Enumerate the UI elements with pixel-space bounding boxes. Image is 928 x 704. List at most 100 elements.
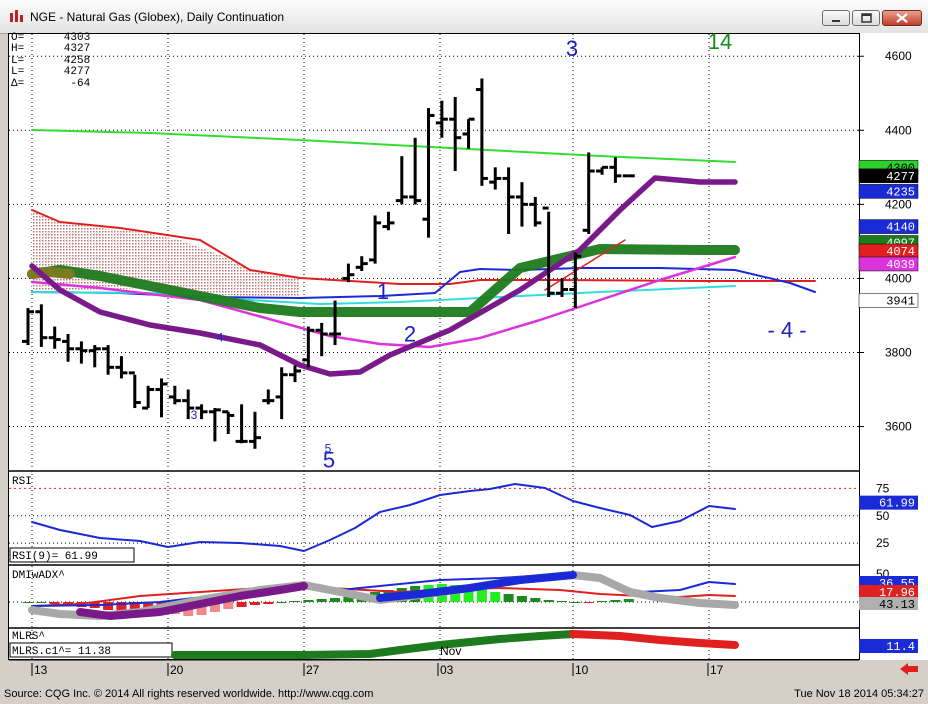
date-label: 27 [306,663,320,677]
dmi-histogram-bar [583,602,594,603]
dmi-histogram-bar [103,602,114,610]
ohlc-bar [489,167,502,190]
date-label: 20 [170,663,184,677]
dmi-histogram-bar [610,600,621,602]
ohlc-bar [355,256,368,272]
scroll-right-arrow-icon[interactable] [898,661,920,677]
ohlc-bar [435,100,448,138]
ohlc-bar [275,367,288,420]
rsi-value-text: 61.99 [879,497,915,511]
mlrs-red-line [569,630,739,649]
ohlc-bar [596,165,609,175]
wave-count-label: 5 [323,447,335,472]
ohlc-bar [529,196,542,227]
ohlc-bar [342,263,355,283]
ohlc-bar [222,410,235,434]
price-marker-text: 4039 [886,258,915,272]
ohlc-bar [248,411,261,449]
rsi-tick-label: 25 [876,536,890,550]
rsi-line [31,483,736,552]
price-tick-label: 3800 [885,345,912,359]
rsi-tick-label: 75 [876,481,890,495]
price-tick-label: 4600 [885,49,912,63]
price-marker: 4235 [858,184,919,199]
ohlc-bar [142,385,155,410]
ohlc-bar [115,356,128,379]
ohlc-bar [128,371,141,409]
ohlc-value: 4277 [24,66,91,79]
timestamp: Tue Nov 18 2014 05:34:27 [794,688,924,700]
mlrs-value-text: 11.4 [886,640,915,654]
rsi-tick-label: 50 [876,509,890,523]
ohlc-bar [315,322,328,357]
price-marker-text: 4277 [886,170,915,184]
ohlc-bar [369,215,382,264]
dmi-histogram-bar [303,600,314,602]
ohlc-bar [62,333,75,362]
chart-canvas: 3600380040004200440046003 14124355- 4 -43… [9,29,919,677]
ohlc-bar [88,345,101,368]
mlrs-readout: MLRS.c1^= 11.38 [12,646,111,658]
price-tick-label: 4400 [885,123,912,137]
dmi-histogram-bar [476,589,487,602]
date-label: 17 [710,663,724,677]
dmi-histogram-bar [557,601,567,602]
ohlc-readout: O= 4303 H= 4327 L= 4258 L= 4277 Δ= -64 [11,32,91,90]
date-label: 13 [34,663,48,677]
dmi-histogram-bar [570,602,581,603]
date-label: 03 [440,663,454,677]
ohlc-bar [102,345,115,375]
ohlc-bar [262,389,275,405]
ohlc-bar [462,117,475,149]
wave-count-label: 1 [377,279,389,304]
dmi-histogram-bar [263,602,274,604]
ohlc-bar [48,326,61,349]
ohlc-bar [289,365,301,383]
dmi-histogram-bar [316,599,327,602]
wave-count-label: 3 [191,408,198,422]
ohlc-bar [382,211,395,231]
dmi-histogram-bar [236,602,247,607]
price-tick-label: 3600 [885,420,912,434]
source-text: Source: CQG Inc. © 2014 All rights reser… [4,688,374,700]
dmi-histogram-bar [623,599,634,602]
wave-count-label: 2 [404,321,416,346]
price-marker: 4039 [858,256,919,272]
rsi-readout: RSI(9)= 61.99 [12,551,98,563]
ohlc-bar [208,408,221,442]
dmi-histogram-bar [597,601,608,602]
wave-count-label: 4 [217,330,224,344]
date-label: Nov [440,644,461,658]
ohlc-key: Δ= [11,77,25,90]
price-marker: 4277 [858,168,919,184]
ohlc-bar [195,404,208,420]
green-moving-average-line [31,129,736,163]
wave-count-label: 3 [566,36,578,61]
dmi-histogram-bar [543,600,554,602]
dmi-histogram-bar [276,602,287,603]
chart-window: NGE - Natural Gas (Globex), Daily Contin… [0,0,928,704]
ohlc-bar [395,156,408,205]
mlrs-panel-title: MLRS^ [12,631,45,643]
ohlc-value: -64 [24,77,91,90]
ohlc-bar [155,378,168,418]
ohlc-bar [582,152,595,234]
price-tick-label: 4000 [885,271,912,285]
price-tick-label: 4200 [885,197,912,211]
price-marker-text: 4235 [886,185,915,199]
ohlc-key: L= [11,54,25,67]
rsi-panel-title: RSI [12,476,32,488]
dmi-histogram-bar [36,602,47,603]
dmi-histogram-bar [290,601,300,602]
mlrs-green-line [171,630,577,659]
dmi-value-text: 43.13 [879,598,915,612]
price-marker-text: 3941 [886,294,915,308]
dmi-histogram-bar [23,602,33,603]
ohlc-bar [609,157,622,183]
dmi-histogram-bar [249,602,260,605]
ohlc-line: Δ= -64 [11,77,91,90]
wave-count-label: 14 [708,29,732,54]
dmi-panel-title: DMIwADX^ [12,570,65,582]
ohlc-bar [542,206,555,297]
ohlc-bar [168,385,181,405]
